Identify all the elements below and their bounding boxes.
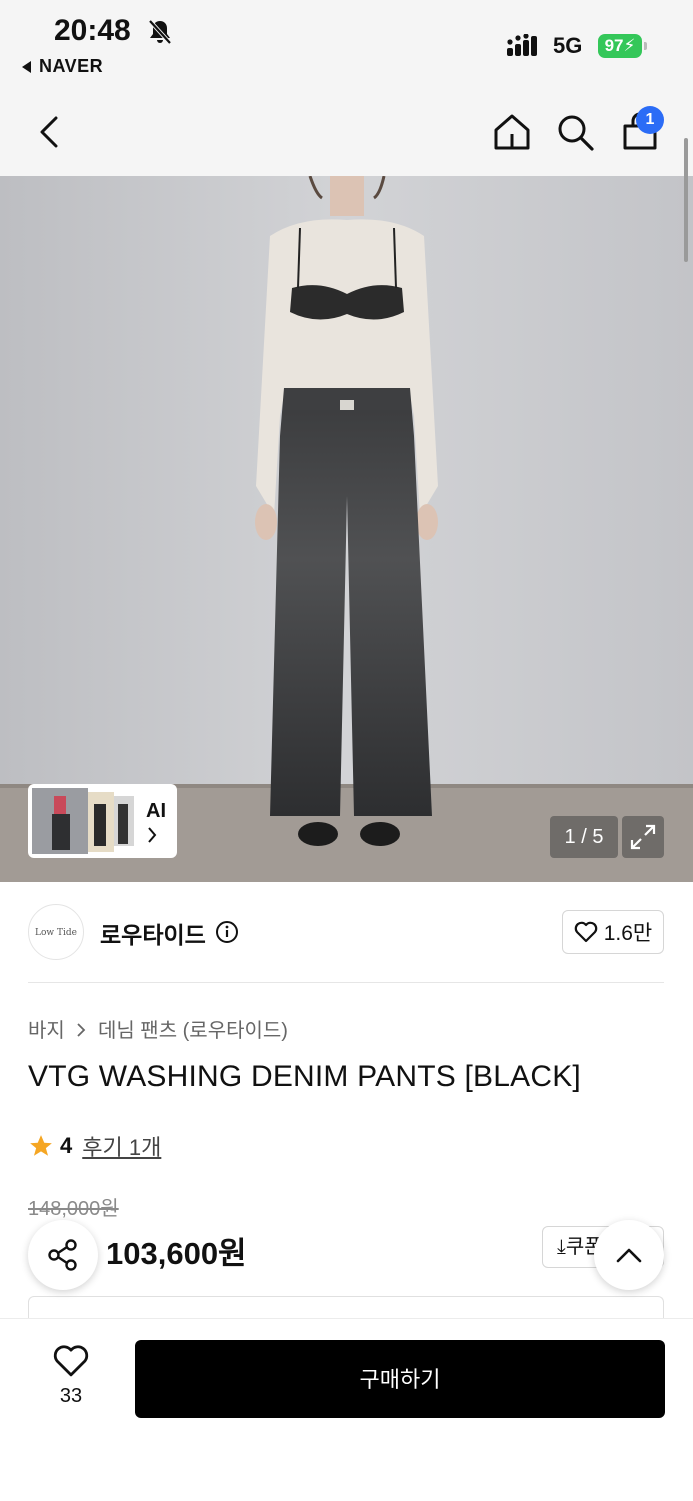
download-icon: ⤓ <box>557 1236 566 1258</box>
breadcrumb-separator-icon <box>76 1020 86 1043</box>
breadcrumb: 바지 데님 팬츠 (로우타이드) <box>28 1014 288 1043</box>
battery-level: 97 <box>604 36 624 55</box>
image-counter: 1 / 5 <box>550 816 618 858</box>
buy-button[interactable]: 구매하기 <box>135 1340 665 1418</box>
scroll-indicator[interactable] <box>684 138 688 262</box>
brand-like-count: 1.6만 <box>603 922 653 945</box>
product-title: VTG WASHING DENIM PANTS [BLACK] <box>28 1060 581 1093</box>
back-to-app-link[interactable]: NAVER <box>22 56 103 77</box>
share-button[interactable] <box>28 1220 98 1290</box>
star-icon <box>30 1135 52 1156</box>
status-time: 20:48 <box>54 14 131 47</box>
back-icon[interactable] <box>26 108 74 156</box>
product-image[interactable] <box>0 176 693 882</box>
review-link[interactable]: 후기 1개 <box>82 1130 161 1162</box>
bell-muted-icon <box>147 18 173 51</box>
info-icon[interactable] <box>215 920 239 949</box>
chevron-right-icon <box>146 826 158 849</box>
chevron-up-icon <box>616 1248 642 1263</box>
search-icon[interactable] <box>551 108 599 156</box>
sale-price: 103,600원 <box>106 1236 247 1271</box>
brand-logo[interactable]: Low Tide <box>28 904 84 960</box>
network-type: 5G <box>553 33 583 58</box>
back-app-label: NAVER <box>39 56 104 76</box>
ai-label: AI <box>146 800 166 822</box>
wishlist-count: 33 <box>59 1385 83 1407</box>
breadcrumb-subcategory[interactable]: 데님 팬츠 (로우타이드) <box>98 1020 288 1042</box>
rating-score: 4 <box>60 1133 73 1158</box>
ai-thumbnail-images <box>32 788 134 854</box>
breadcrumb-category[interactable]: 바지 <box>28 1020 65 1042</box>
home-icon[interactable] <box>488 108 536 156</box>
heart-icon <box>53 1345 89 1377</box>
original-price: 148,000원 <box>28 1198 119 1220</box>
rating-row: 4 후기 1개 <box>28 1130 161 1162</box>
brand-like-button[interactable]: 1.6만 <box>562 910 664 954</box>
divider <box>28 982 664 983</box>
share-icon <box>48 1239 77 1271</box>
top-nav <box>0 88 693 176</box>
signal-icon <box>507 33 545 63</box>
expand-icon[interactable] <box>622 816 664 858</box>
cart-count-badge: 1 <box>636 106 664 134</box>
battery-indicator: 97⚡ <box>598 34 642 58</box>
status-bar: 20:48 NAVER 5G 97⚡ <box>0 0 693 88</box>
heart-icon <box>574 921 598 943</box>
battery-cap <box>644 42 647 50</box>
scroll-top-button[interactable] <box>594 1220 664 1290</box>
wishlist-button[interactable]: 33 <box>40 1344 102 1408</box>
back-triangle-icon <box>22 61 31 74</box>
brand-name[interactable]: 로우타이드 <box>100 916 206 950</box>
